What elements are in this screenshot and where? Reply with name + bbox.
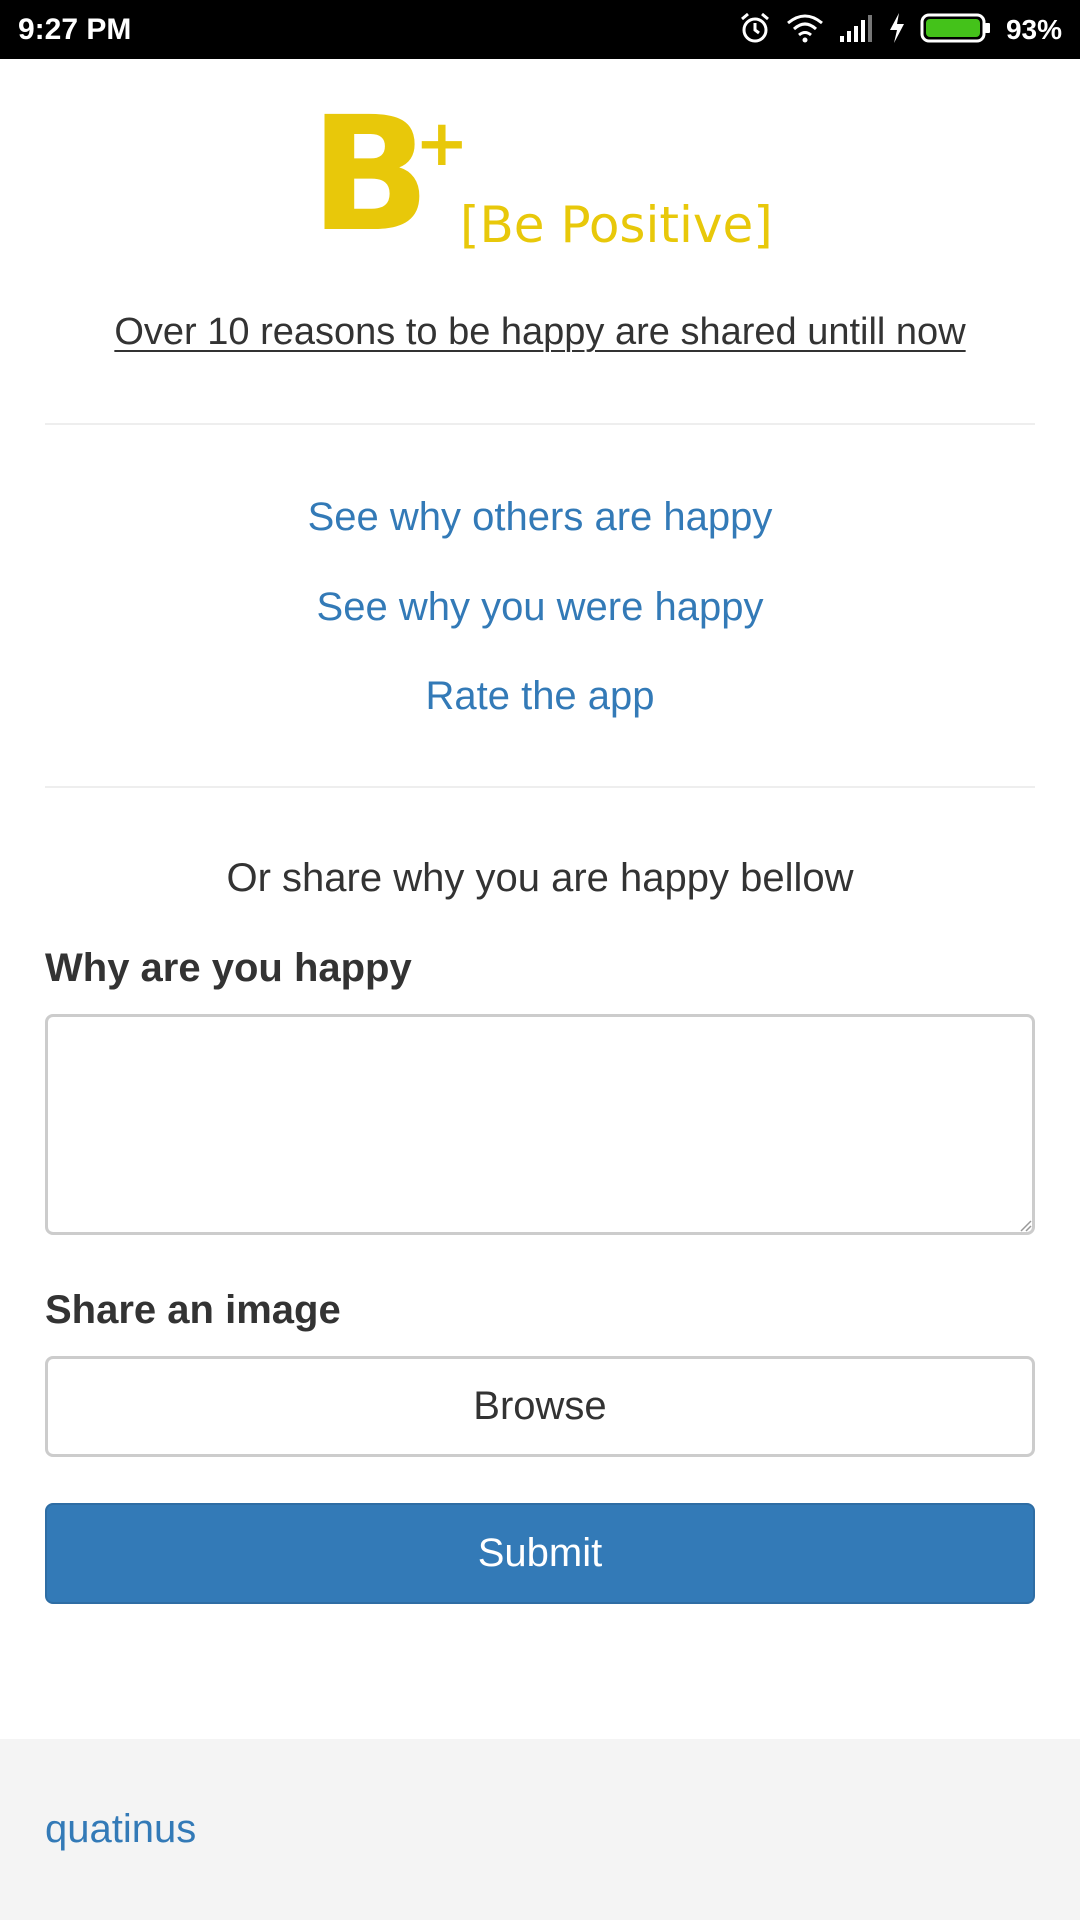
app-logo: B + [Be Positive] — [310, 96, 780, 270]
battery-icon — [920, 12, 992, 49]
divider — [45, 423, 1035, 425]
logo-tagline: [Be Positive] — [460, 196, 773, 254]
share-prompt: Or share why you are happy bellow — [226, 856, 854, 900]
signal-icon — [838, 14, 874, 47]
divider — [45, 786, 1035, 788]
share-image-label: Share an image — [45, 1288, 341, 1332]
footer-link-quatinus[interactable]: quatinus — [45, 1804, 196, 1854]
submit-button[interactable]: Submit — [45, 1503, 1035, 1604]
charging-icon — [888, 12, 906, 49]
logo-letter: B — [310, 83, 430, 267]
browse-button[interactable]: Browse — [45, 1356, 1035, 1457]
status-icons: 93% — [738, 8, 1062, 52]
rate-app-link[interactable]: Rate the app — [0, 671, 1080, 721]
see-you-were-happy-link[interactable]: See why you were happy — [0, 582, 1080, 632]
reasons-count-link[interactable]: Over 10 reasons to be happy are shared u… — [0, 307, 1080, 357]
status-time: 9:27 PM — [18, 13, 132, 46]
status-bar: 9:27 PM 93% — [0, 0, 1080, 59]
footer: quatinus — [0, 1739, 1080, 1920]
see-others-happy-link[interactable]: See why others are happy — [0, 492, 1080, 542]
alarm-icon — [738, 11, 772, 50]
logo-plus: + — [415, 107, 469, 181]
battery-percent: 93% — [1005, 14, 1062, 45]
why-happy-label: Why are you happy — [45, 946, 412, 990]
resize-grip-icon[interactable] — [1018, 1218, 1032, 1232]
wifi-icon — [786, 13, 824, 48]
why-happy-textarea[interactable] — [45, 1014, 1035, 1235]
